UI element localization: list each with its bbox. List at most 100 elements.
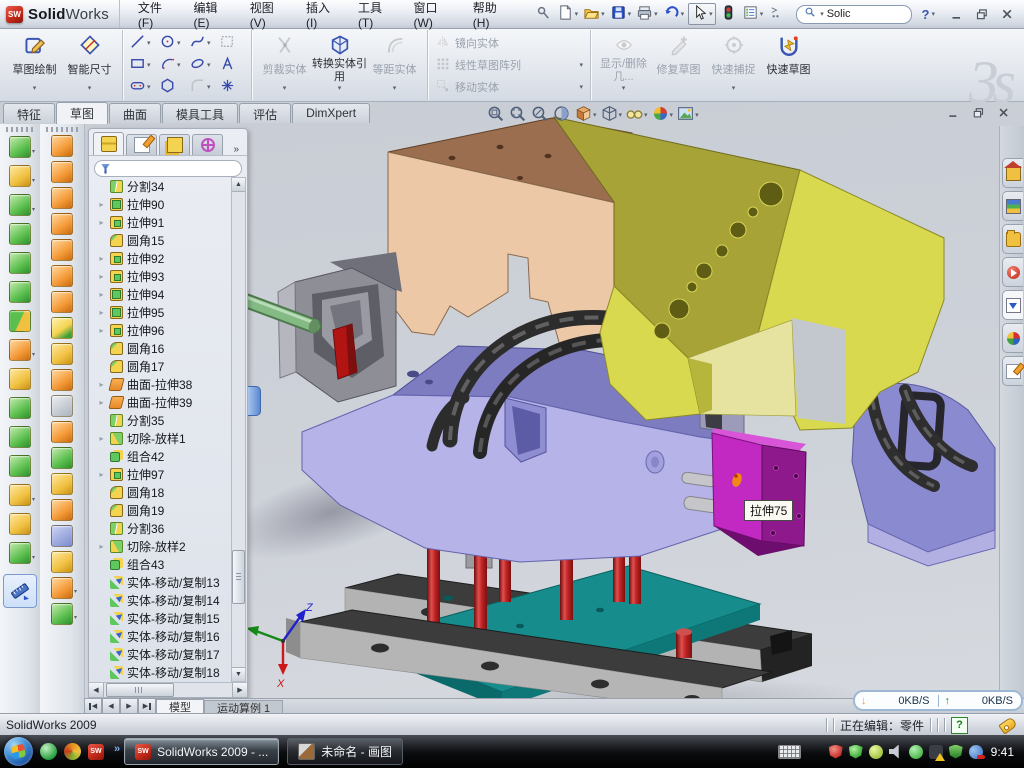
tree-item[interactable]: 圆角18 (92, 483, 230, 501)
doc-minimize-button[interactable] (946, 106, 962, 120)
tree-item[interactable]: ▸拉伸91 (92, 213, 230, 231)
features-toolbar-icon-5[interactable] (7, 250, 33, 276)
dropdown-icon[interactable]: ▾ (575, 10, 579, 18)
tree-item[interactable]: ▸曲面-拉伸38 (92, 375, 230, 393)
expand-icon[interactable]: ▸ (97, 200, 106, 209)
tab-模具工具[interactable]: 模具工具 (162, 103, 238, 123)
start-button[interactable] (4, 737, 33, 766)
network-warning-tray-icon[interactable] (929, 745, 943, 759)
tree-item[interactable]: 组合42 (92, 447, 230, 465)
tab-DimXpert[interactable]: DimXpert (292, 103, 370, 123)
dropdown-icon[interactable]: ▾ (681, 10, 685, 18)
rectangle-tool[interactable]: ▾ (127, 54, 157, 76)
smart-dimension-button[interactable]: 智能尺寸▾ (62, 30, 117, 100)
dropdown-icon[interactable]: ▾ (147, 39, 151, 47)
panel-expand-icon[interactable]: » (229, 144, 243, 155)
mold-toolbar-icon-15[interactable] (49, 498, 75, 522)
tree-item[interactable]: 实体-移动/复制15 (92, 609, 230, 627)
zoom-fit-button[interactable] (486, 104, 505, 126)
model-tab-运动算例 1[interactable]: 运动算例 1 (204, 700, 283, 714)
select-box-tool[interactable] (217, 32, 247, 54)
menu-视图(V)[interactable]: 视图(V) (240, 0, 296, 33)
tree-filter[interactable] (94, 160, 242, 177)
overflow-dots-button[interactable] (767, 3, 786, 25)
dropdown-icon[interactable]: ▾ (695, 111, 699, 119)
dropdown-icon[interactable]: ▾ (32, 496, 35, 503)
close-button[interactable] (999, 7, 1016, 22)
tab-评估[interactable]: 评估 (239, 103, 291, 123)
tree-item[interactable]: 分割34 (92, 177, 230, 195)
mold-toolbar-icon-6[interactable] (49, 264, 75, 288)
mold-toolbar-icon-2[interactable] (49, 160, 75, 184)
tree-scroll-thumb[interactable] (232, 550, 245, 604)
dropdown-icon[interactable]: ▾ (628, 10, 632, 18)
tree-item[interactable]: 分割36 (92, 519, 230, 537)
open-folder-button[interactable]: ▾ (582, 3, 606, 25)
messenger-launch-button[interactable] (40, 743, 57, 760)
minimize-button[interactable] (949, 7, 966, 22)
edit-appearance-button[interactable]: ▾ (651, 104, 674, 126)
dropdown-icon[interactable]: ▾ (593, 111, 597, 119)
dropdown-icon[interactable]: ▾ (338, 85, 342, 93)
features-toolbar-icon-12[interactable] (7, 453, 33, 479)
mold-toolbar-icon-12[interactable] (49, 420, 75, 444)
mold-toolbar-icon-18[interactable]: ▾ (49, 576, 75, 600)
expand-icon[interactable]: ▸ (97, 398, 106, 407)
expand-icon[interactable]: ▸ (97, 254, 106, 263)
new-document-button[interactable]: ▾ (556, 3, 580, 25)
expand-icon[interactable]: ▸ (97, 470, 106, 479)
features-toolbar-icon-2[interactable]: ▾ (7, 163, 33, 189)
configuration-manager-tab[interactable] (159, 134, 190, 155)
menu-插入(I)[interactable]: 插入(I) (296, 0, 348, 33)
view-orientation-button[interactable]: ▾ (574, 104, 597, 126)
shield-green-tray-icon[interactable] (849, 745, 863, 759)
dropdown-icon[interactable]: ▾ (207, 83, 211, 91)
mold-toolbar-icon-4[interactable] (49, 212, 75, 236)
tree-item[interactable]: 分割35 (92, 411, 230, 429)
convert-entities-button[interactable]: 转换实体引用▾ (312, 30, 367, 100)
mold-toolbar-icon-11[interactable] (49, 394, 75, 418)
users-blocked-tray-icon[interactable] (969, 745, 983, 759)
dropdown-icon[interactable]: ▾ (601, 10, 605, 18)
mold-toolbar-icon-8[interactable] (49, 316, 75, 340)
home-tab[interactable] (1002, 158, 1023, 188)
help-dropdown-icon[interactable]: ▾ (931, 10, 935, 18)
circle-tool[interactable]: ▾ (157, 32, 187, 54)
features-toolbar-icon-9[interactable] (7, 366, 33, 392)
section-view-button[interactable] (552, 104, 571, 126)
tree-item[interactable]: 实体-移动/复制14 (92, 591, 230, 609)
model-tab-模型[interactable]: 模型 (156, 699, 204, 714)
appearances-tab[interactable] (1002, 323, 1023, 353)
tree-item[interactable]: 圆角17 (92, 357, 230, 375)
expand-icon[interactable]: ▸ (97, 290, 106, 299)
mold-toolbar-icon-3[interactable] (49, 186, 75, 210)
undo-button[interactable]: ▾ (662, 3, 686, 25)
point-tool[interactable] (217, 76, 247, 98)
quick-sketch-button[interactable]: 快速草图 (761, 30, 816, 100)
expand-icon[interactable]: ▸ (97, 542, 106, 551)
features-toolbar-icon-3[interactable]: ▾ (7, 192, 33, 218)
tree-item[interactable]: ▸曲面-拉伸39 (92, 393, 230, 411)
tab-草图[interactable]: 草图 (56, 102, 108, 124)
media-player-launch-button[interactable] (64, 743, 81, 760)
tree-item[interactable]: ▸拉伸93 (92, 267, 230, 285)
tree-item[interactable]: 圆角15 (92, 231, 230, 249)
menu-编辑(E)[interactable]: 编辑(E) (184, 0, 240, 33)
last-study-button[interactable]: ▶ (138, 699, 156, 714)
dropdown-icon[interactable]: ▾ (147, 83, 151, 91)
menu-窗口(W)[interactable]: 窗口(W) (404, 0, 463, 33)
options-list-button[interactable]: ▾ (741, 3, 765, 25)
panel-splitter-handle[interactable] (248, 386, 261, 416)
menu-工具(T)[interactable]: 工具(T) (348, 0, 404, 33)
print-button[interactable]: ▾ (635, 3, 659, 25)
zoom-cursor-button[interactable] (530, 104, 549, 126)
features-toolbar-icon-15[interactable]: ▾ (7, 540, 33, 566)
help-button[interactable]: ? (922, 7, 930, 22)
dropdown-icon[interactable]: ▾ (32, 177, 35, 184)
features-toolbar-icon-6[interactable] (7, 279, 33, 305)
tree-item[interactable]: 圆角16 (92, 339, 230, 357)
mold-toolbar-icon-17[interactable] (49, 550, 75, 574)
tree-item[interactable]: 圆角19 (92, 501, 230, 519)
security-red-tray-icon[interactable] (829, 745, 843, 759)
previous-study-button[interactable]: ◀ (102, 699, 120, 714)
